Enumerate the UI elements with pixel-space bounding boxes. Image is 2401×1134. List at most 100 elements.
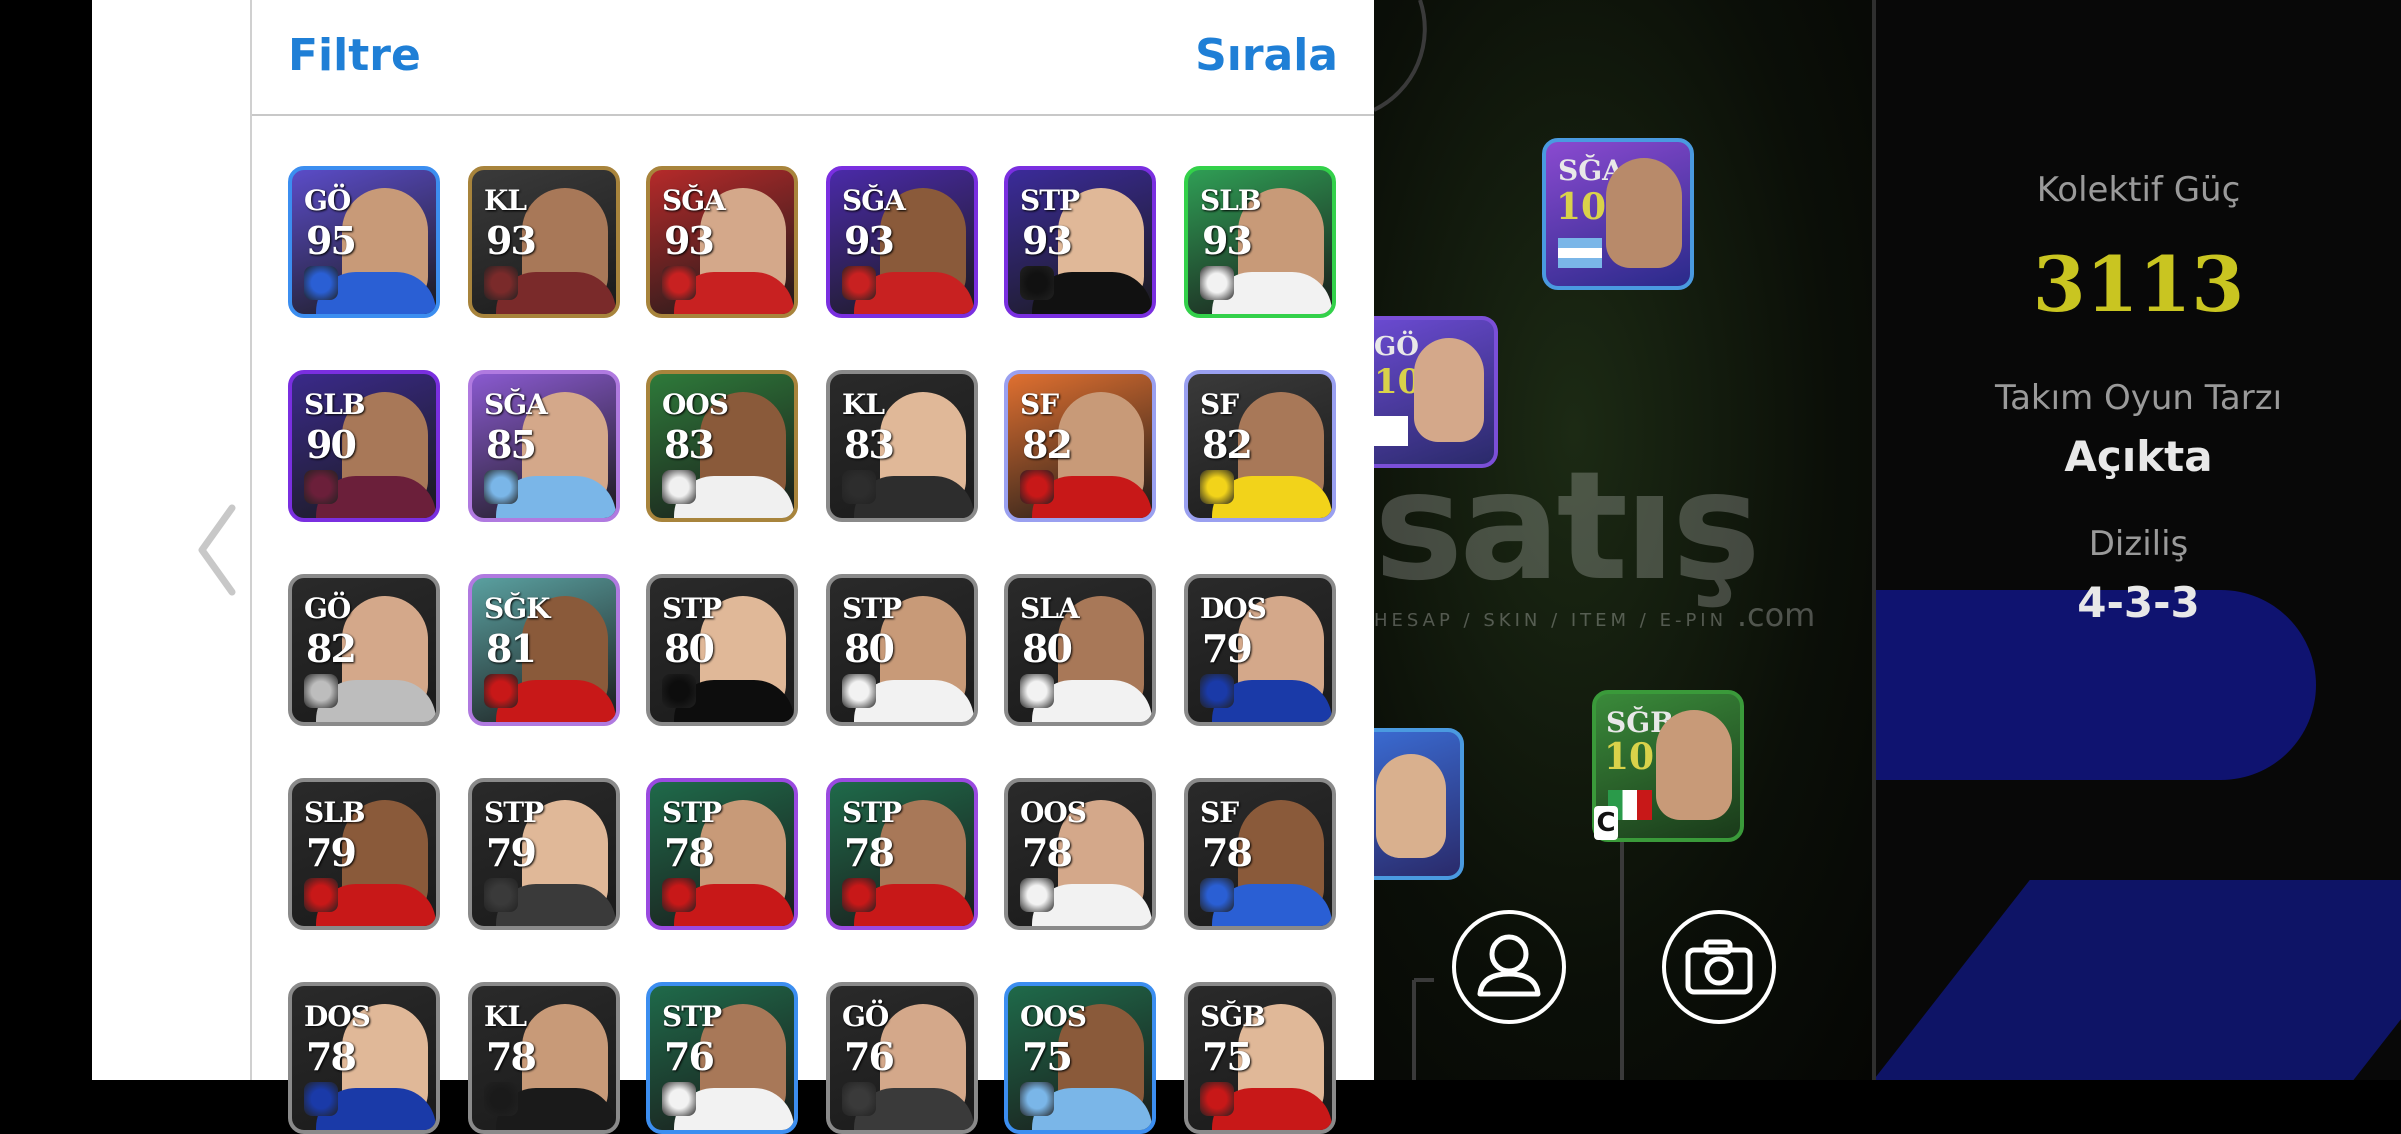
player-card[interactable]: OOS 75 xyxy=(1004,982,1156,1134)
card-rating: 95 xyxy=(306,218,357,263)
profile-button[interactable] xyxy=(1452,910,1566,1024)
player-card[interactable]: SĞK 81 xyxy=(468,574,620,726)
card-rating: 93 xyxy=(664,218,715,263)
player-card[interactable]: GÖ 76 xyxy=(826,982,978,1134)
club-badge-icon xyxy=(484,266,518,300)
field-player-card-sga[interactable]: SĞA 101 xyxy=(1542,138,1694,290)
club-badge-icon xyxy=(662,878,696,912)
club-badge-icon xyxy=(304,470,338,504)
player-face xyxy=(1414,338,1484,442)
player-card[interactable]: STP 78 xyxy=(646,778,798,930)
player-card[interactable]: KL 93 xyxy=(468,166,620,318)
player-card[interactable]: SĞA 93 xyxy=(646,166,798,318)
player-card[interactable]: SF 82 xyxy=(1004,370,1156,522)
player-card[interactable]: STP 78 xyxy=(826,778,978,930)
card-position: SĞA xyxy=(662,184,726,217)
player-selection-drawer: Filtre Sırala GÖ 95 KL 93 SĞA 93 SĞA 93 STP 93 SLB… xyxy=(92,0,1374,1134)
player-card[interactable]: SLB 79 xyxy=(288,778,440,930)
card-position: SLB xyxy=(1200,184,1262,217)
card-rating: 90 xyxy=(306,422,357,467)
drawer-left-strip xyxy=(92,0,252,1080)
club-badge-icon xyxy=(1020,1082,1054,1116)
club-badge-icon xyxy=(484,878,518,912)
player-card[interactable]: SLB 90 xyxy=(288,370,440,522)
player-card[interactable]: SF 82 xyxy=(1184,370,1336,522)
captain-badge: C xyxy=(1594,806,1618,840)
player-card[interactable]: DOS 79 xyxy=(1184,574,1336,726)
player-card[interactable]: SĞA 85 xyxy=(468,370,620,522)
team-power-label: Kolektif Güç xyxy=(2036,170,2241,210)
drawer-header: Filtre Sırala xyxy=(252,0,1374,116)
card-rating: 93 xyxy=(844,218,895,263)
club-badge-icon xyxy=(842,470,876,504)
card-rating: 78 xyxy=(486,1034,537,1079)
club-badge-icon xyxy=(304,674,338,708)
player-card[interactable]: KL 83 xyxy=(826,370,978,522)
card-rating: 93 xyxy=(1202,218,1253,263)
player-card[interactable]: SĞB 75 xyxy=(1184,982,1336,1134)
card-rating: 78 xyxy=(306,1034,357,1079)
card-position: SĞA xyxy=(484,388,548,421)
card-position: STP xyxy=(484,796,544,829)
card-position: STP xyxy=(1020,184,1080,217)
player-card[interactable]: OOS 83 xyxy=(646,370,798,522)
sort-button[interactable]: Sırala xyxy=(1195,30,1338,81)
card-rating: 82 xyxy=(1022,422,1073,467)
watermark-domain: .com xyxy=(1736,596,1816,634)
chevron-left-icon[interactable] xyxy=(192,500,242,600)
formation-value: 4-3-3 xyxy=(2077,578,2200,627)
field-player-card-partial[interactable] xyxy=(1374,728,1464,880)
player-card[interactable]: GÖ 95 xyxy=(288,166,440,318)
card-rating: 75 xyxy=(1202,1034,1253,1079)
card-rating: 78 xyxy=(844,830,895,875)
club-badge-icon xyxy=(662,470,696,504)
player-card[interactable]: GÖ 82 xyxy=(288,574,440,726)
card-position: STP xyxy=(662,796,722,829)
card-position: STP xyxy=(662,592,722,625)
filter-button[interactable]: Filtre xyxy=(288,30,421,81)
player-card[interactable]: KL 78 xyxy=(468,982,620,1134)
england-flag-icon xyxy=(1374,416,1408,446)
card-position: DOS xyxy=(304,1000,371,1033)
watermark-tagline: HESAP / SKIN / ITEM / E-PIN .com xyxy=(1374,596,1816,634)
card-position: SLB xyxy=(304,796,366,829)
card-rating: 79 xyxy=(486,830,537,875)
player-card[interactable]: SF 78 xyxy=(1184,778,1336,930)
player-card[interactable]: STP 76 xyxy=(646,982,798,1134)
player-card[interactable]: SĞA 93 xyxy=(826,166,978,318)
player-card[interactable]: DOS 78 xyxy=(288,982,440,1134)
club-badge-icon xyxy=(1200,266,1234,300)
club-badge-icon xyxy=(1020,266,1054,300)
user-icon xyxy=(1477,934,1541,997)
formation-label: Diziliş xyxy=(2088,524,2189,564)
club-badge-icon xyxy=(1020,674,1054,708)
club-badge-icon xyxy=(304,266,338,300)
player-card[interactable]: STP 80 xyxy=(826,574,978,726)
player-card[interactable]: SLB 93 xyxy=(1184,166,1336,318)
player-card[interactable]: STP 93 xyxy=(1004,166,1156,318)
club-badge-icon xyxy=(484,1082,518,1116)
argentina-flag-icon xyxy=(1558,238,1602,268)
camera-button[interactable] xyxy=(1662,910,1776,1024)
player-card[interactable]: STP 80 xyxy=(646,574,798,726)
club-badge-icon xyxy=(662,1082,696,1116)
card-rating: 82 xyxy=(306,626,357,671)
card-position: OOS xyxy=(662,388,729,421)
club-badge-icon xyxy=(484,674,518,708)
player-card[interactable]: SLA 80 xyxy=(1004,574,1156,726)
card-rating: 75 xyxy=(1022,1034,1073,1079)
player-card[interactable]: STP 79 xyxy=(468,778,620,930)
decorative-stripe xyxy=(1876,880,2401,1080)
club-badge-icon xyxy=(1200,674,1234,708)
player-card[interactable]: OOS 78 xyxy=(1004,778,1156,930)
team-power-value: 3113 xyxy=(2032,240,2245,329)
playstyle-value: Açıkta xyxy=(2064,432,2213,481)
club-badge-icon xyxy=(304,878,338,912)
card-position: SĞK xyxy=(484,592,550,625)
club-badge-icon xyxy=(1200,470,1234,504)
card-position: GÖ xyxy=(304,592,351,625)
card-position: OOS xyxy=(1020,796,1087,829)
club-badge-icon xyxy=(1020,878,1054,912)
field-player-card-go[interactable]: GÖ 100 xyxy=(1374,316,1498,468)
card-position: DOS xyxy=(1200,592,1267,625)
